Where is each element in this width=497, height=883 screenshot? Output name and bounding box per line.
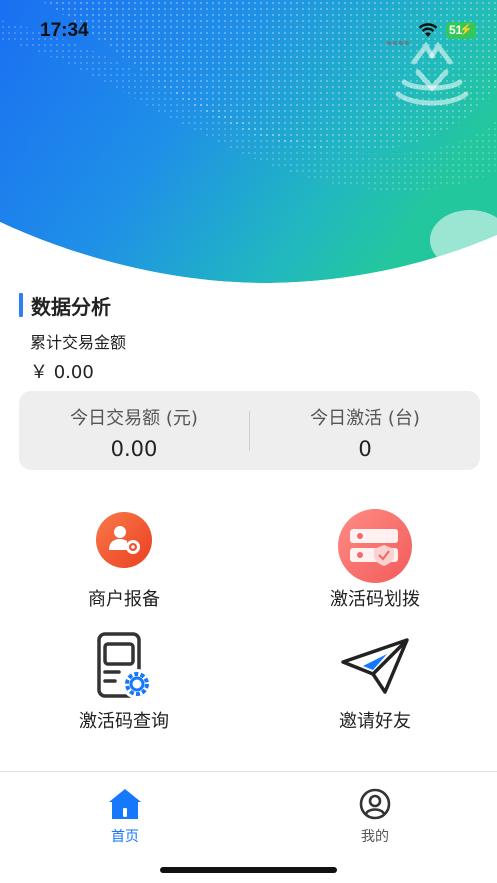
activation-code-query-label: 激活码查询 xyxy=(79,711,169,732)
today-activation-value: 0 xyxy=(358,437,372,461)
merchant-report-label: 商户报备 xyxy=(88,589,160,610)
today-activation-label: 今日激活 (台) xyxy=(310,408,420,429)
tab-mine-label: 我的 xyxy=(361,829,389,845)
tab-mine[interactable]: 我的 xyxy=(315,780,435,845)
cellular-signal-icon xyxy=(387,30,413,45)
home-indicator xyxy=(160,867,337,873)
invite-friends-label: 邀请好友 xyxy=(339,711,411,732)
section-accent-bar xyxy=(19,293,23,317)
activation-code-transfer-button[interactable]: 激活码划拨 xyxy=(275,509,475,621)
today-amount-label: 今日交易额 (元) xyxy=(70,408,198,429)
today-activation-stat: 今日激活 (台) 0 xyxy=(250,391,480,470)
merchant-settings-icon xyxy=(96,512,152,568)
tab-home[interactable]: 首页 xyxy=(65,780,185,845)
paper-plane-icon xyxy=(341,638,409,694)
today-amount-value: 0.00 xyxy=(110,437,158,461)
today-amount-stat: 今日交易额 (元) 0.00 xyxy=(19,391,249,470)
user-icon xyxy=(359,788,391,820)
merchant-report-button[interactable]: 商户报备 xyxy=(24,511,224,621)
charging-bolt-icon: ⚡ xyxy=(459,24,473,36)
total-amount-value: ￥ 0.00 xyxy=(30,362,94,383)
home-icon xyxy=(109,789,141,819)
battery-indicator: 51 ⚡ xyxy=(446,22,476,39)
status-bar: 17:34 51 ⚡ xyxy=(0,0,497,60)
device-gear-icon xyxy=(97,632,152,699)
section-title: 数据分析 xyxy=(31,294,111,319)
activation-code-transfer-label: 激活码划拨 xyxy=(330,589,420,610)
wifi-icon xyxy=(418,23,438,37)
tab-home-label: 首页 xyxy=(111,829,139,845)
total-amount-label: 累计交易金额 xyxy=(30,333,127,352)
today-stats-card: 今日交易额 (元) 0.00 今日激活 (台) 0 xyxy=(19,391,480,470)
invite-friends-button[interactable]: 邀请好友 xyxy=(275,632,475,742)
section-header: 数据分析 xyxy=(19,290,111,320)
status-time: 17:34 xyxy=(40,20,89,41)
server-shield-icon xyxy=(338,509,412,583)
activation-code-query-button[interactable]: 激活码查询 xyxy=(24,632,224,742)
